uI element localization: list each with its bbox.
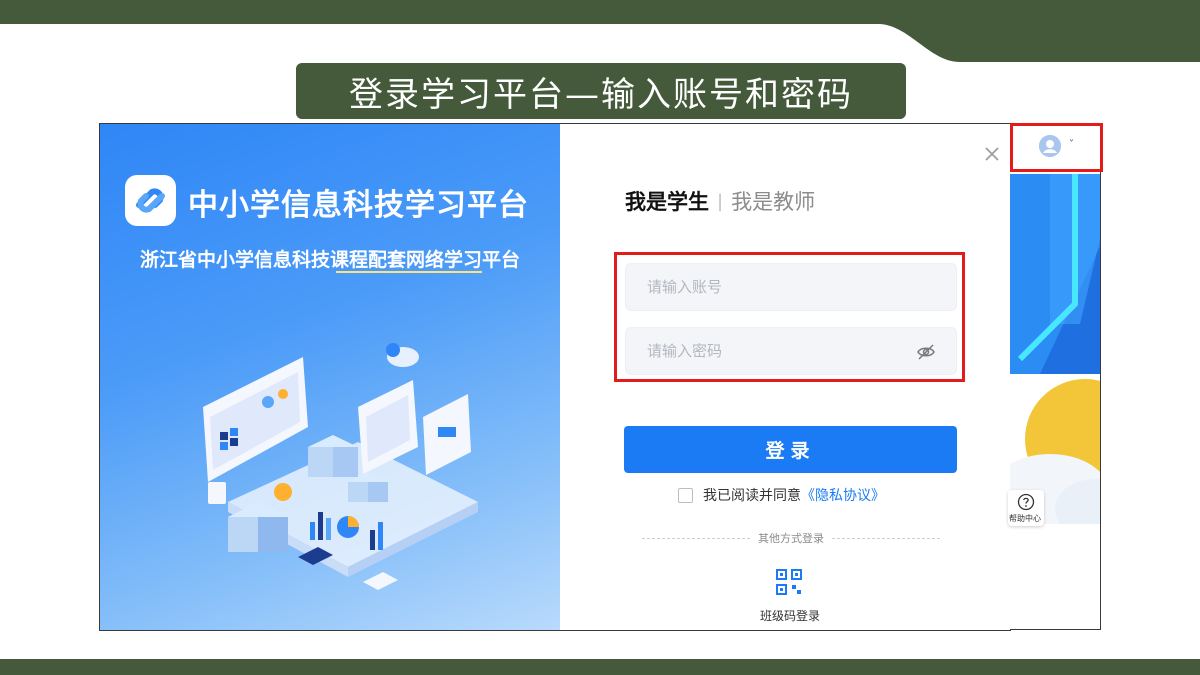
help-center-label: 帮助中心 bbox=[1009, 514, 1041, 523]
qr-code-icon[interactable] bbox=[776, 569, 802, 595]
privacy-link[interactable]: 《隐私协议》 bbox=[801, 485, 885, 505]
brand-name: 中小学信息科技学习平台 bbox=[188, 188, 529, 223]
question-circle-icon bbox=[1017, 493, 1035, 511]
slide: 登录学习平台—输入账号和密码 中小学信息科技学习平台 浙江省中小学信息科技课程配… bbox=[0, 0, 1200, 675]
privacy-agreement: 我已阅读并同意 《隐私协议》 bbox=[678, 485, 885, 505]
other-methods-label: 其他方式登录 bbox=[758, 532, 824, 545]
role-tabs: 我是学生 | 我是教师 bbox=[625, 186, 815, 216]
class-code-login-label[interactable]: 班级码登录 bbox=[760, 607, 820, 624]
user-avatar-icon[interactable] bbox=[1039, 135, 1061, 157]
close-icon[interactable] bbox=[980, 142, 1004, 166]
agree-checkbox[interactable] bbox=[678, 487, 693, 503]
link-logo-icon bbox=[125, 175, 176, 226]
credentials-highlight-box bbox=[614, 252, 965, 382]
divider-dash-left bbox=[642, 537, 750, 539]
help-center-button[interactable]: 帮助中心 bbox=[1008, 490, 1044, 526]
chevron-down-icon[interactable]: ˅ bbox=[1069, 139, 1074, 150]
isometric-dashboard-illustration bbox=[203, 343, 478, 590]
top-decorative-band bbox=[0, 0, 1200, 62]
divider-dash-right bbox=[832, 537, 940, 539]
tab-student[interactable]: 我是学生 bbox=[625, 186, 709, 216]
login-button[interactable]: 登录 bbox=[624, 426, 957, 473]
brand-subtitle: 浙江省中小学信息科技课程配套网络学习平台 bbox=[140, 249, 521, 271]
tab-separator: | bbox=[717, 190, 724, 212]
bottom-decorative-band bbox=[0, 659, 1200, 675]
tab-teacher[interactable]: 我是教师 bbox=[731, 186, 815, 216]
background-artwork bbox=[1010, 124, 1100, 629]
slide-title: 登录学习平台—输入账号和密码 bbox=[296, 63, 906, 119]
brand-panel: 中小学信息科技学习平台 浙江省中小学信息科技课程配套网络学习平台 bbox=[100, 124, 560, 630]
background-page-panel bbox=[1010, 123, 1101, 630]
other-methods-divider: 其他方式登录 bbox=[642, 530, 940, 546]
agree-text: 我已阅读并同意 bbox=[703, 488, 801, 504]
subtitle-underline bbox=[336, 271, 482, 273]
